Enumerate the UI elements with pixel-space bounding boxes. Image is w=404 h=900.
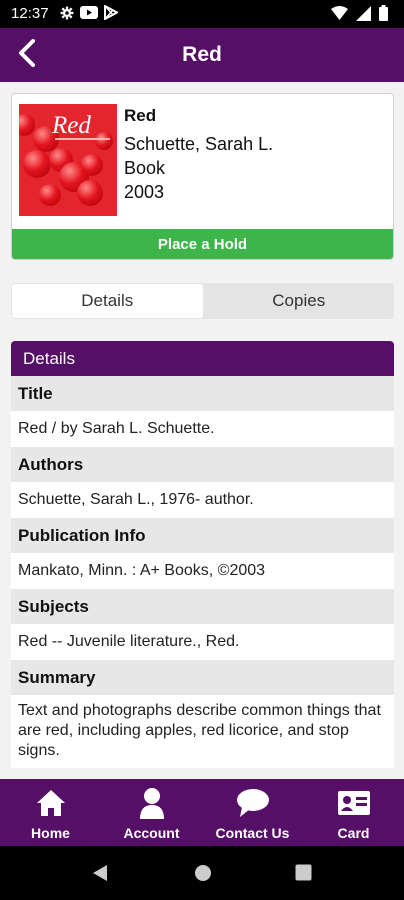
tab-bar: Details Copies: [11, 283, 394, 319]
cover-subtitle-line: [55, 138, 110, 140]
book-card: Red Red Schuette, Sarah L. Book 2003 Pla…: [11, 93, 394, 260]
settings-icon: [60, 6, 74, 25]
app-bar: Red: [0, 28, 404, 82]
back-button[interactable]: [10, 38, 44, 72]
details-panel: Details Title Red / by Sarah L. Schuette…: [11, 341, 394, 768]
book-cover-image[interactable]: Red: [19, 104, 117, 216]
cover-title: Red: [52, 112, 91, 139]
book-info: Red Schuette, Sarah L. Book 2003: [124, 106, 273, 204]
wifi-icon: [331, 6, 348, 25]
nav-account[interactable]: Account: [101, 779, 202, 846]
home-icon: [36, 787, 66, 819]
nav-card[interactable]: Card: [303, 779, 404, 846]
system-home-icon[interactable]: [194, 864, 212, 887]
nav-account-label: Account: [123, 825, 180, 841]
nav-contact-us-label: Contact Us: [215, 825, 290, 841]
status-time: 12:37: [11, 5, 49, 22]
back-arrow-icon: [17, 38, 37, 72]
battery-icon: [379, 5, 388, 26]
signal-icon: [356, 5, 371, 26]
page-title: Red: [182, 43, 222, 66]
book-title: Red: [124, 106, 157, 125]
tab-copies[interactable]: Copies: [204, 283, 395, 319]
tab-details[interactable]: Details: [11, 283, 204, 319]
system-navigation-bar: [0, 846, 404, 900]
book-author: Schuette, Sarah L.: [124, 134, 274, 154]
youtube-icon: [80, 6, 98, 24]
field-value-subjects[interactable]: Red -- Juvenile literature., Red.: [11, 624, 394, 660]
field-label-subjects: Subjects: [11, 589, 394, 624]
book-year: 2003: [124, 182, 165, 202]
book-format: Book: [124, 158, 166, 178]
field-label-authors: Authors: [11, 447, 394, 482]
field-label-summary: Summary: [11, 660, 394, 695]
card-icon: [337, 787, 371, 819]
nav-contact-us[interactable]: Contact Us: [202, 779, 303, 846]
field-value-publication-info: Mankato, Minn. : A+ Books, ©2003: [18, 562, 266, 579]
nav-home-label: Home: [31, 825, 70, 841]
system-recents-icon[interactable]: [295, 864, 312, 886]
field-label-title: Title: [11, 376, 394, 411]
system-back-icon[interactable]: [92, 864, 108, 887]
details-header: Details: [11, 341, 394, 376]
play-store-icon: [104, 4, 120, 25]
chat-icon: [236, 787, 270, 819]
account-icon: [139, 787, 165, 819]
nav-card-label: Card: [337, 825, 370, 841]
field-value-title: Red / by Sarah L. Schuette.: [18, 420, 215, 437]
field-value-summary: Text and photographs describe common thi…: [18, 702, 381, 759]
field-value-authors[interactable]: Schuette, Sarah L., 1976- author.: [11, 482, 394, 518]
nav-home[interactable]: Home: [0, 779, 101, 846]
bottom-navigation: Home Account Contact Us Card: [0, 779, 404, 846]
status-bar: 12:37: [0, 0, 404, 28]
place-hold-button[interactable]: Place a Hold: [12, 229, 393, 259]
field-label-publication-info: Publication Info: [11, 518, 394, 553]
